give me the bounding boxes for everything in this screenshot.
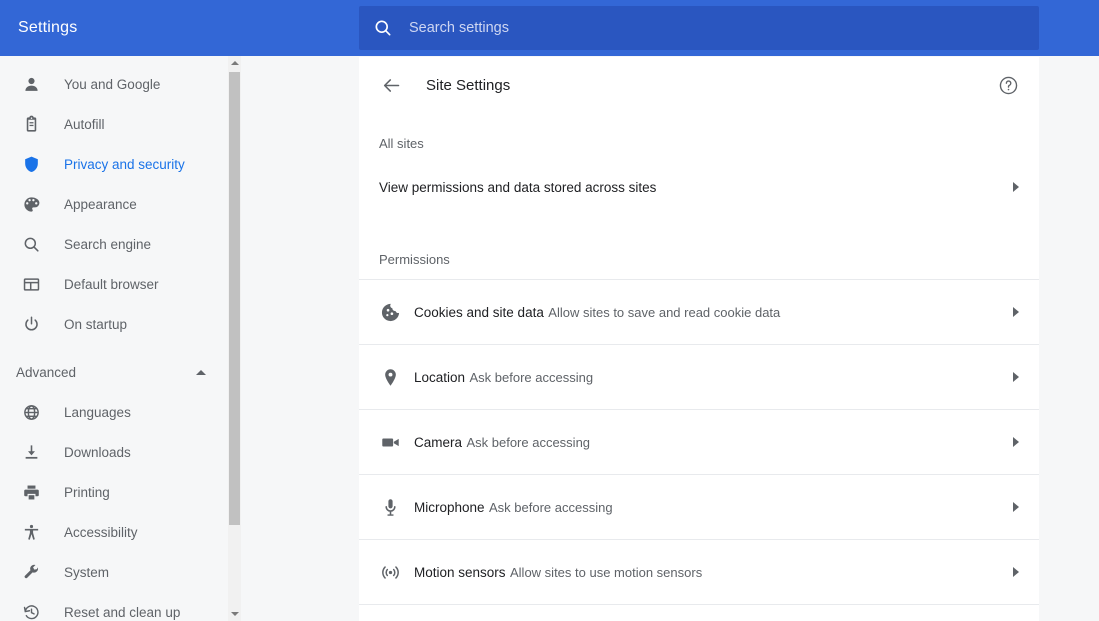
page-title: Site Settings — [426, 76, 511, 94]
permission-text: Microphone Ask before accessing — [414, 498, 1013, 517]
history-restore-icon — [21, 602, 41, 621]
permission-title: Location — [414, 369, 466, 385]
cookie-icon — [379, 301, 401, 323]
scroll-up-arrow-icon[interactable] — [228, 56, 241, 70]
location-pin-icon — [379, 366, 401, 388]
caret-up-icon — [196, 369, 206, 375]
permission-subtitle: Ask before accessing — [469, 369, 594, 385]
motion-sensor-icon — [379, 561, 401, 583]
palette-icon — [21, 194, 41, 214]
sidebar-item-accessibility[interactable]: Accessibility — [0, 512, 228, 552]
wrench-icon — [21, 562, 41, 582]
permission-row-camera[interactable]: Camera Ask before accessing — [359, 409, 1039, 474]
browser-window-icon — [21, 274, 41, 294]
camera-icon — [379, 431, 401, 453]
sidebar-advanced-toggle[interactable]: Advanced — [0, 352, 228, 392]
site-settings-card: Site Settings All sites View permissions… — [359, 57, 1039, 621]
permission-subtitle: Allow sites to save and read cookie data — [548, 304, 781, 320]
permissions-heading: Permissions — [379, 251, 450, 267]
view-permissions-label: View permissions and data stored across … — [379, 179, 657, 195]
sidebar-item-label: Privacy and security — [64, 156, 185, 172]
sidebar-advanced-label: Advanced — [16, 364, 77, 380]
search-icon — [21, 234, 41, 254]
sidebar-item-privacy-and-security[interactable]: Privacy and security — [0, 144, 228, 184]
sidebar-item-label: You and Google — [64, 76, 161, 92]
chevron-right-icon — [1013, 182, 1019, 192]
search-icon — [373, 18, 393, 38]
permission-text: Cookies and site data Allow sites to sav… — [414, 303, 1013, 322]
chevron-right-icon — [1013, 502, 1019, 512]
permission-text: Location Ask before accessing — [414, 368, 1013, 387]
sidebar-item-label: Appearance — [64, 196, 137, 212]
app-title: Settings — [18, 19, 78, 36]
accessibility-icon — [21, 522, 41, 542]
sidebar-item-label: On startup — [64, 316, 128, 332]
sidebar-item-label: Default browser — [64, 276, 159, 292]
sidebar-item-printing[interactable]: Printing — [0, 472, 228, 512]
microphone-icon — [379, 496, 401, 518]
sidebar-item-label: System — [64, 564, 110, 580]
permission-text: Motion sensors Allow sites to use motion… — [414, 563, 1013, 582]
sidebar-item-label: Downloads — [64, 444, 131, 460]
globe-icon — [21, 402, 41, 422]
permission-title: Motion sensors — [414, 564, 506, 580]
sidebar-item-label: Autofill — [64, 116, 105, 132]
permission-title: Camera — [414, 434, 463, 450]
sidebar-item-default-browser[interactable]: Default browser — [0, 264, 228, 304]
sidebar-item-downloads[interactable]: Downloads — [0, 432, 228, 472]
scrollbar-thumb[interactable] — [229, 72, 240, 525]
settings-sidebar: You and Google Autofill Privacy and secu… — [0, 56, 228, 621]
download-icon — [21, 442, 41, 462]
sidebar-item-reset-and-clean-up[interactable]: Reset and clean up — [0, 592, 228, 621]
sidebar-item-autofill[interactable]: Autofill — [0, 104, 228, 144]
permission-title: Cookies and site data — [414, 304, 544, 320]
sidebar-nav-list: You and Google Autofill Privacy and secu… — [0, 56, 228, 344]
top-app-bar: Settings — [0, 0, 1099, 56]
sidebar-item-label: Reset and clean up — [64, 604, 181, 620]
chevron-right-icon — [1013, 437, 1019, 447]
permission-row-motion-sensors[interactable]: Motion sensors Allow sites to use motion… — [359, 539, 1039, 604]
printer-icon — [21, 482, 41, 502]
back-arrow-icon[interactable] — [379, 73, 403, 97]
permission-title: Microphone — [414, 499, 485, 515]
all-sites-heading: All sites — [379, 135, 424, 151]
power-icon — [21, 314, 41, 334]
view-permissions-row[interactable]: View permissions and data stored across … — [359, 163, 1039, 211]
sidebar-item-on-startup[interactable]: On startup — [0, 304, 228, 344]
sidebar-item-label: Languages — [64, 404, 131, 420]
chevron-right-icon — [1013, 567, 1019, 577]
help-circle-icon[interactable] — [997, 74, 1019, 96]
search-input[interactable] — [409, 20, 969, 36]
permission-subtitle: Ask before accessing — [466, 434, 591, 450]
sidebar-advanced-list: Languages Downloads Printing Accessibili… — [0, 392, 228, 621]
chevron-right-icon — [1013, 307, 1019, 317]
sidebar-item-label: Search engine — [64, 236, 152, 252]
permission-subtitle: Allow sites to use motion sensors — [510, 564, 703, 580]
scroll-down-arrow-icon[interactable] — [228, 607, 241, 621]
permission-row-notifications[interactable]: Notifications — [359, 604, 1039, 621]
person-icon — [21, 74, 41, 94]
sidebar-item-appearance[interactable]: Appearance — [0, 184, 228, 224]
permission-row-microphone[interactable]: Microphone Ask before accessing — [359, 474, 1039, 539]
sidebar-item-search-engine[interactable]: Search engine — [0, 224, 228, 264]
card-header: Site Settings — [359, 57, 1039, 113]
sidebar-item-languages[interactable]: Languages — [0, 392, 228, 432]
shield-icon — [21, 154, 41, 174]
sidebar-item-label: Printing — [64, 484, 110, 500]
permission-row-location[interactable]: Location Ask before accessing — [359, 344, 1039, 409]
clipboard-icon — [21, 114, 41, 134]
sidebar-scrollbar[interactable] — [228, 56, 241, 621]
permission-row-cookies[interactable]: Cookies and site data Allow sites to sav… — [359, 279, 1039, 344]
permission-text: Camera Ask before accessing — [414, 433, 1013, 452]
sidebar-item-label: Accessibility — [64, 524, 138, 540]
sidebar-item-you-and-google[interactable]: You and Google — [0, 64, 228, 104]
sidebar-item-system[interactable]: System — [0, 552, 228, 592]
search-box[interactable] — [359, 6, 1039, 50]
permission-subtitle: Ask before accessing — [489, 499, 613, 515]
chevron-right-icon — [1013, 372, 1019, 382]
